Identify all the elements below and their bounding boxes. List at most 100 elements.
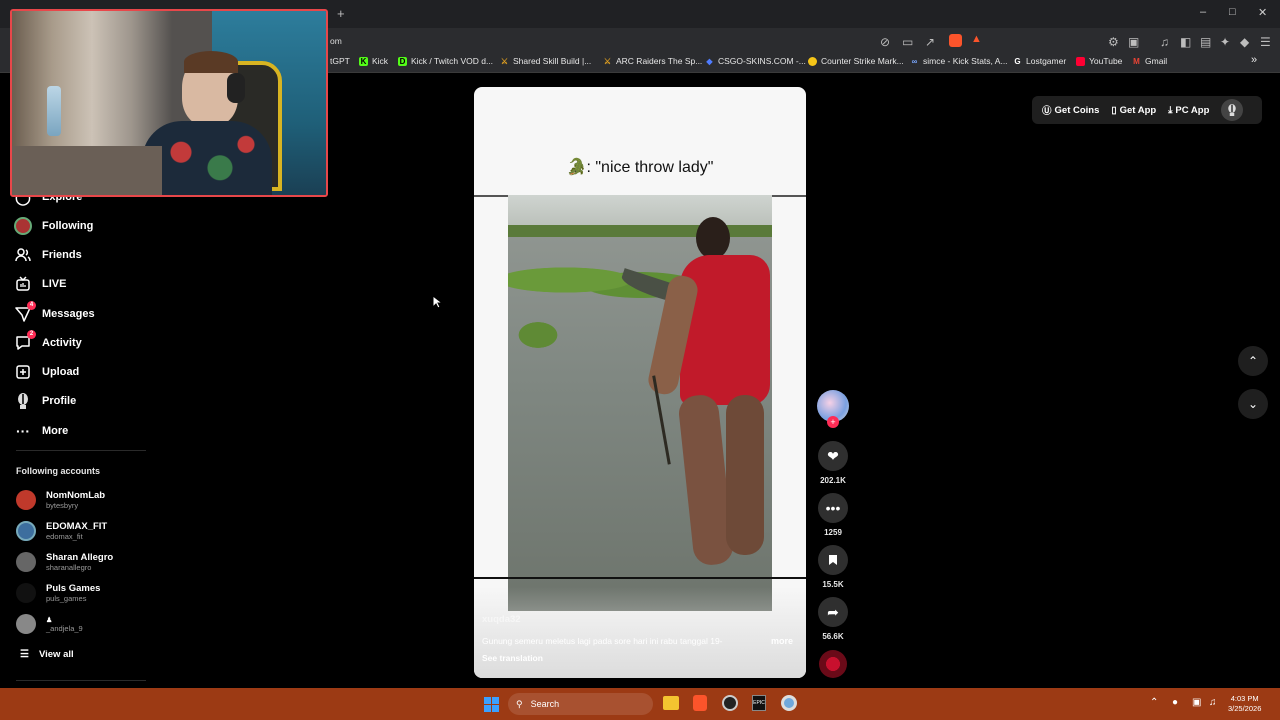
see-translation-link[interactable]: See translation (482, 653, 543, 663)
video-player[interactable] (508, 195, 772, 611)
save-button[interactable]: 15.5K (816, 545, 850, 589)
settings-gear-icon[interactable] (781, 695, 797, 711)
new-tab-button[interactable]: + (337, 6, 345, 21)
clock[interactable]: 4:03 PM 3/25/2026 (1228, 694, 1261, 714)
friends-icon (14, 246, 32, 264)
list-icon: ☰ (20, 648, 29, 660)
sound-disc-button[interactable] (816, 650, 850, 678)
sidebar-item-live[interactable]: LIVE (14, 273, 66, 295)
desk (12, 146, 162, 195)
woman-head (696, 217, 730, 259)
maximize-icon[interactable]: □ (1229, 6, 1236, 18)
view-all-link[interactable]: ☰ View all (20, 643, 74, 665)
screenshot-icon[interactable]: ▣ (1128, 35, 1139, 49)
bookmark-item[interactable]: D Kick / Twitch VOD d... (398, 56, 493, 66)
sidebar-divider (16, 680, 146, 681)
menu-icon[interactable]: ☰ (1260, 35, 1271, 49)
cast-icon[interactable]: ▭ (902, 35, 913, 49)
streamer-hair (184, 51, 238, 73)
obs-icon[interactable] (722, 695, 738, 711)
more-bookmarks-button[interactable]: » (1251, 54, 1257, 66)
tracking-off-icon[interactable]: ⊘ (880, 35, 890, 49)
creator-avatar-button[interactable]: + (816, 390, 850, 428)
file-explorer-icon[interactable] (663, 696, 679, 710)
sidebar-item-friends[interactable]: Friends (14, 244, 82, 266)
headphones (227, 73, 245, 103)
extensions-icon[interactable]: ⚙ (1108, 35, 1119, 49)
chevron-down-icon: ⌄ (1247, 397, 1259, 411)
more-button[interactable]: more (771, 636, 793, 646)
close-icon[interactable]: ✕ (1258, 6, 1267, 19)
following-account-item[interactable]: Sharan Allegro sharanallegro (16, 552, 113, 572)
get-coins-button[interactable]: Ⓤ Get Coins (1042, 103, 1099, 118)
sidebar-item-profile[interactable]: Profile (14, 390, 76, 412)
bookmark-item[interactable]: M Gmail (1132, 56, 1167, 66)
tray-overflow-icon[interactable]: ⌃ (1150, 697, 1158, 708)
brave-rewards-icon[interactable]: ▲ (971, 33, 982, 45)
sidebar-divider (16, 450, 146, 451)
following-account-item[interactable]: ♟ _andjela_9 (16, 614, 83, 634)
sound-disc-icon (819, 650, 847, 678)
share-icon[interactable]: ↗ (925, 35, 935, 49)
cs-market-icon (808, 56, 817, 66)
taskbar-search[interactable]: ⚲ Search (508, 693, 653, 715)
bookmark-item[interactable]: ∞ simce - Kick Stats, A... (910, 56, 1008, 66)
profile-icon (1228, 104, 1237, 116)
webcam-overlay (10, 9, 328, 197)
sidebar-icon[interactable]: ◧ (1180, 35, 1191, 49)
bookmark-item[interactable]: ⚔ Shared Skill Build |... (500, 56, 591, 66)
csgo-skins-icon: ◆ (706, 56, 713, 66)
wallet-icon[interactable]: ▤ (1200, 35, 1211, 49)
comment-icon: ••• (818, 493, 848, 523)
comment-button[interactable]: ••• 1259 (816, 493, 850, 537)
brave-browser-icon[interactable] (693, 695, 707, 711)
heart-icon: ❤ (818, 441, 848, 471)
leo-ai-icon[interactable]: ✦ (1220, 35, 1230, 49)
get-app-button[interactable]: ▯ Get App (1111, 105, 1156, 116)
messages-badge: 4 (27, 301, 36, 310)
microphone-icon[interactable]: ● (1172, 697, 1178, 708)
vpn-icon[interactable]: ◆ (1240, 35, 1249, 49)
video-card[interactable]: 🐊: "nice throw lady" xuqda32 Gunung seme… (474, 87, 806, 678)
coin-icon: Ⓤ (1042, 106, 1052, 117)
video-author[interactable]: xuqda32 (482, 614, 521, 625)
bookmark-item[interactable]: K Kick (359, 56, 388, 66)
chevron-up-icon: ⌃ (1247, 354, 1259, 368)
pc-app-button[interactable]: ⤓ PC App (1168, 105, 1209, 116)
woman-leg-right (726, 395, 764, 555)
water-hyacinth-left (508, 315, 568, 355)
sidebar-item-upload[interactable]: Upload (14, 361, 79, 383)
description-fade (474, 587, 806, 678)
sidebar-item-more[interactable]: ··· More (14, 420, 68, 442)
epic-games-icon[interactable]: EPIC (752, 695, 766, 711)
bookmark-item[interactable]: Counter Strike Mark... (808, 56, 904, 66)
like-button[interactable]: ❤ 202.1K (816, 441, 850, 485)
sidebar-item-activity[interactable]: 2 Activity (14, 330, 82, 354)
bookmark-item[interactable]: YouTube (1076, 56, 1122, 66)
windows-start-icon[interactable] (484, 697, 499, 712)
minimize-icon[interactable]: – (1200, 6, 1206, 18)
next-video-button[interactable]: ⌄ (1238, 389, 1268, 419)
video-progress-line (474, 577, 806, 579)
share-arrow-icon: ➦ (818, 597, 848, 627)
follow-plus-icon[interactable]: + (827, 416, 839, 428)
bookmark-item[interactable]: ⚔ ARC Raiders The Sp... (603, 56, 702, 66)
bookmark-item[interactable]: tGPT (330, 56, 350, 66)
profile-icon (14, 392, 32, 410)
bookmark-item[interactable]: G Lostgamer (1013, 56, 1066, 66)
previous-video-button[interactable]: ⌃ (1238, 346, 1268, 376)
sidebar-item-messages[interactable]: 4 Messages (14, 301, 95, 325)
network-icon[interactable]: ▣ (1192, 697, 1201, 708)
music-icon[interactable]: ♫ (1160, 35, 1169, 49)
brave-shield-icon[interactable] (949, 34, 962, 47)
following-account-item[interactable]: Puls Games puls_games (16, 583, 100, 603)
bookmark-item[interactable]: ◆ CSGO-SKINS.COM -... (705, 56, 805, 66)
profile-avatar-button[interactable] (1221, 99, 1244, 121)
following-account-item[interactable]: EDOMAX_FIT edomax_fit (16, 521, 107, 541)
avatar (16, 583, 36, 603)
sidebar-item-following[interactable]: Following (14, 215, 93, 237)
volume-icon[interactable]: ♫ (1209, 697, 1217, 708)
following-account-item[interactable]: NomNomLab bytesbyry (16, 490, 105, 510)
share-button[interactable]: ➦ 56.6K (816, 597, 850, 641)
search-icon: ⚲ (516, 698, 523, 709)
